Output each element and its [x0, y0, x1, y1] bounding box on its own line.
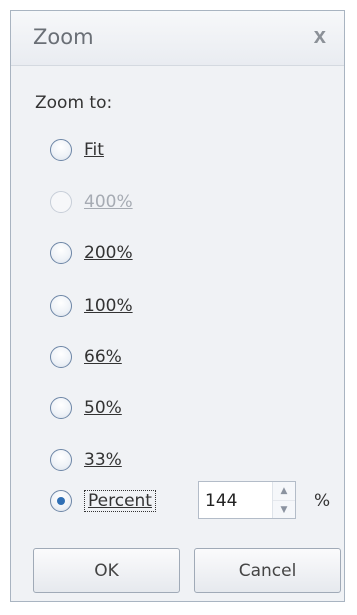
radio-button[interactable]: [50, 295, 72, 317]
cancel-button[interactable]: Cancel: [194, 548, 341, 593]
option-100[interactable]: 100%: [50, 290, 133, 322]
percent-input[interactable]: 144: [205, 491, 237, 511]
option-50[interactable]: 50%: [50, 392, 122, 424]
radio-button-selected[interactable]: [50, 490, 72, 512]
radio-button[interactable]: [50, 139, 72, 161]
option-label-33: 33%: [84, 450, 122, 470]
title-bar: Zoom x: [11, 11, 344, 66]
option-200[interactable]: 200%: [50, 237, 133, 269]
radio-button[interactable]: [50, 242, 72, 264]
option-fit[interactable]: Fit: [50, 134, 104, 166]
chevron-up-icon[interactable]: ▲: [273, 482, 295, 501]
percent-spinbox[interactable]: 144 ▲ ▼: [198, 481, 296, 519]
option-percent[interactable]: Percent: [50, 485, 156, 517]
radio-button[interactable]: [50, 449, 72, 471]
percent-unit: %: [314, 491, 331, 511]
option-label-66: 66%: [84, 347, 122, 367]
option-33[interactable]: 33%: [50, 444, 122, 476]
spin-buttons: ▲ ▼: [272, 482, 295, 518]
dialog-title: Zoom: [33, 25, 94, 49]
radio-button[interactable]: [50, 346, 72, 368]
zoom-to-label: Zoom to:: [35, 93, 113, 113]
close-icon[interactable]: x: [314, 23, 326, 49]
option-label-percent: Percent: [84, 490, 156, 512]
zoom-dialog: Zoom x Zoom to: Fit 400% 200% 100% 66% 5…: [10, 10, 345, 602]
radio-button: [50, 191, 72, 213]
option-label-200: 200%: [84, 243, 133, 263]
option-400: 400%: [50, 186, 133, 218]
option-label-50: 50%: [84, 398, 122, 418]
option-label-400: 400%: [84, 192, 133, 212]
ok-button[interactable]: OK: [33, 548, 180, 593]
option-66[interactable]: 66%: [50, 341, 122, 373]
option-label-fit: Fit: [84, 140, 104, 160]
radio-button[interactable]: [50, 397, 72, 419]
option-label-100: 100%: [84, 296, 133, 316]
chevron-down-icon[interactable]: ▼: [273, 501, 295, 519]
